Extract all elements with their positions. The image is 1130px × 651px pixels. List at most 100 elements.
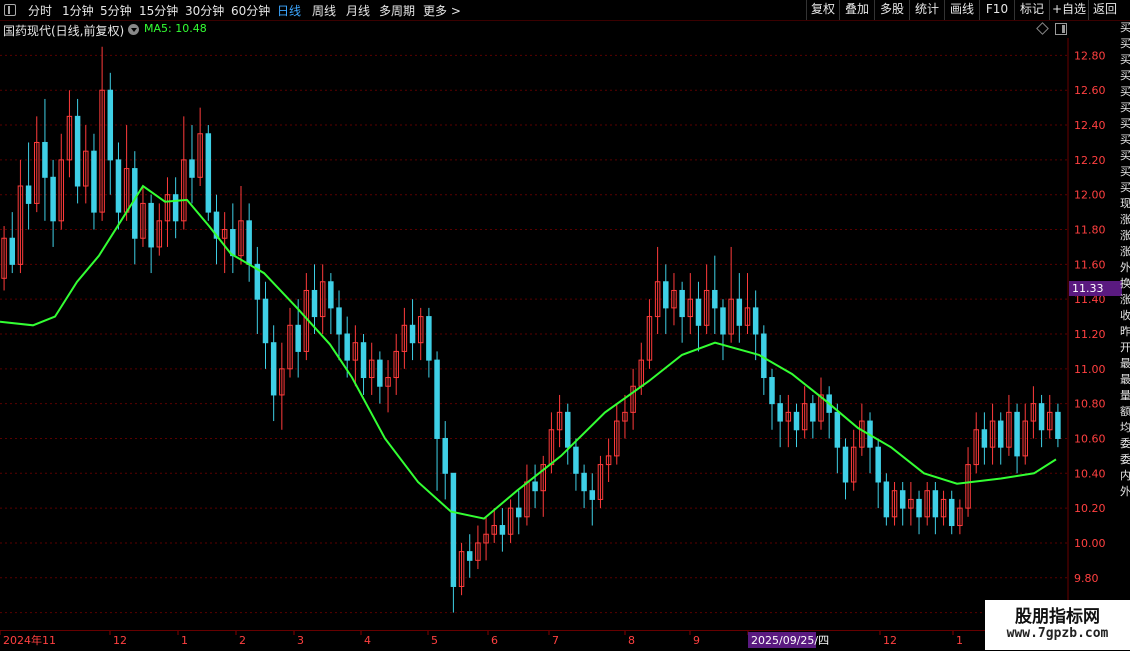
period-tab-fenshi[interactable]: 分时	[28, 2, 52, 19]
candle-down	[769, 368, 775, 430]
side-panel-label: 开	[1120, 341, 1130, 354]
period-tab-1min[interactable]: 1分钟	[62, 2, 94, 19]
candle-up	[66, 90, 73, 178]
candle-up	[924, 482, 930, 526]
candle-up	[818, 377, 824, 430]
side-panel-label: 买	[1120, 181, 1130, 194]
period-tab-60min[interactable]: 60分钟	[231, 2, 270, 19]
multi-stock-button[interactable]: 多股	[874, 0, 909, 20]
candle-down	[695, 281, 702, 352]
f10-button[interactable]: F10	[979, 0, 1014, 20]
time-tick-label: 2	[239, 634, 246, 647]
price-tick-label: 12.60	[1074, 84, 1106, 97]
candle-down	[1038, 394, 1045, 448]
time-tick-label: 8	[628, 634, 635, 647]
price-tick-label: 10.40	[1074, 467, 1106, 480]
side-panel-label: 外	[1120, 261, 1130, 274]
price-tick-label: 10.60	[1074, 432, 1106, 445]
candle-up	[973, 412, 979, 474]
candle-down	[189, 125, 195, 204]
candle-up	[622, 394, 628, 439]
candle-down	[761, 325, 767, 395]
side-panel-label: 昨	[1120, 325, 1130, 338]
period-tab-monthly[interactable]: 月线	[346, 2, 370, 19]
candle-down	[581, 464, 587, 509]
period-tab-daily[interactable]: 日线	[277, 2, 301, 19]
candle-down	[515, 490, 522, 535]
overlay-button[interactable]: 叠加	[839, 0, 874, 20]
site-watermark: 股朋指标网 www.7gpzb.com	[985, 600, 1130, 650]
candle-down	[377, 351, 383, 404]
kline-chart[interactable]: 12.8012.6012.4012.2012.0011.8011.6011.40…	[0, 38, 1120, 630]
price-tick-label: 12.00	[1074, 189, 1106, 202]
candle-down	[777, 394, 783, 448]
candle-up	[475, 525, 481, 570]
price-tick-label: 10.20	[1074, 502, 1106, 515]
current-price-tag: 11.33	[1069, 281, 1122, 296]
mark-button[interactable]: 标记	[1014, 0, 1049, 20]
period-tab-multi[interactable]: 多周期	[379, 2, 415, 19]
candle-up	[393, 334, 399, 395]
candle-down	[867, 412, 873, 474]
diamond-icon[interactable]	[1036, 22, 1049, 35]
candle-down	[213, 194, 220, 265]
candle-down	[883, 473, 890, 526]
candle-down	[336, 290, 342, 361]
candle-up	[164, 177, 171, 247]
candle-down	[426, 307, 432, 378]
panel-toggle-icon[interactable]	[1055, 23, 1067, 35]
price-tick-label: 12.20	[1074, 154, 1106, 167]
draw-line-button[interactable]: 画线	[944, 0, 979, 20]
price-tick-label: 10.80	[1074, 398, 1106, 411]
candle-up	[417, 307, 424, 361]
side-panel-label: 买	[1120, 69, 1130, 82]
candle-up	[458, 542, 465, 596]
ma5-readout: MA5: 10.48	[144, 22, 207, 35]
add-watchlist-button[interactable]: +自选	[1049, 0, 1088, 20]
statistics-button[interactable]: 统计	[909, 0, 944, 20]
candle-down	[532, 464, 538, 509]
candle-up	[728, 246, 734, 343]
candle-up	[785, 394, 792, 448]
period-tab-5min[interactable]: 5分钟	[100, 2, 132, 19]
candle-down	[91, 133, 97, 230]
price-tick-label: 11.20	[1074, 328, 1106, 341]
time-tick-label: 7	[552, 634, 559, 647]
candle-down	[793, 403, 800, 448]
time-tick-label: 12	[113, 634, 127, 647]
window-menu-icon[interactable]	[4, 4, 16, 16]
time-tick-label: 5	[431, 634, 438, 647]
candle-down	[254, 246, 261, 334]
period-tab-15min[interactable]: 15分钟	[139, 2, 178, 19]
indicator-dropdown-icon[interactable]	[128, 24, 139, 35]
candle-up	[801, 386, 808, 439]
candle-up	[238, 186, 244, 265]
price-tick-label: 11.60	[1074, 258, 1106, 271]
candle-down	[948, 490, 955, 535]
candle-down	[565, 403, 571, 465]
period-tab-30min[interactable]: 30分钟	[185, 2, 224, 19]
side-panel-label: 买	[1120, 101, 1130, 114]
candle-down	[360, 334, 367, 395]
side-panel-label: 买	[1120, 149, 1130, 162]
time-tick-label: 2025/09/25/四	[751, 634, 829, 647]
back-button[interactable]: 返回	[1088, 0, 1121, 20]
candle-up	[197, 107, 203, 186]
period-tab-more[interactable]: 更多 >	[423, 2, 461, 19]
period-tab-weekly[interactable]: 周线	[312, 2, 336, 19]
candle-up	[614, 403, 620, 465]
candle-up	[123, 125, 130, 221]
time-axis: 2024年11 12 1 2 3 4 5 6 7 8 9 2025/09/25/四 12 1	[0, 630, 1068, 648]
price-tick-label: 12.80	[1074, 49, 1106, 62]
fuquan-button[interactable]: 复权	[806, 0, 839, 20]
candle-up	[287, 307, 293, 378]
chart-info-bar: 国药现代(日线,前复权) MA5: 10.48	[0, 20, 1070, 38]
candle-up	[34, 116, 40, 213]
time-tick-label: 1	[956, 634, 963, 647]
candle-down	[434, 351, 440, 491]
side-panel-label: 收	[1120, 309, 1130, 322]
candle-up	[744, 273, 751, 334]
time-tick-label: 2024年11	[3, 633, 56, 647]
candle-down	[311, 264, 318, 334]
candle-down	[9, 212, 16, 274]
